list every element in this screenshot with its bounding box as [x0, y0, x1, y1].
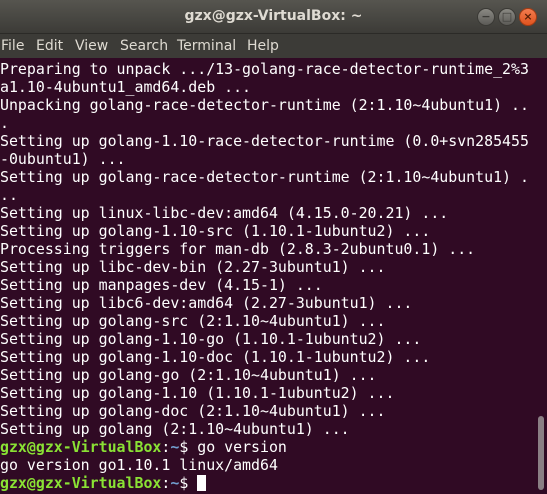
maximize-icon[interactable]: □	[498, 8, 516, 26]
terminal-line: Preparing to unpack .../13-golang-race-d…	[0, 60, 529, 78]
prompt-separator: :	[161, 474, 171, 492]
terminal-line: Unpacking golang-race-detector-runtime (…	[0, 96, 529, 114]
terminal-line: Setting up golang (2:1.10~4ubuntu1) ...	[0, 420, 350, 438]
menu-search[interactable]: Search	[120, 38, 168, 54]
terminal-line: Setting up linux-libc-dev:amd64 (4.15.0-…	[0, 204, 449, 222]
menu-bar: File Edit View Search Terminal Help	[0, 34, 547, 58]
terminal-line: ..	[0, 186, 18, 204]
terminal-line: Setting up golang-race-detector-runtime …	[0, 168, 529, 186]
terminal-line: Setting up manpages-dev (4.15-1) ...	[0, 276, 323, 294]
terminal-window: gzx@gzx-VirtualBox: ~ − □ × File Edit Vi…	[0, 0, 547, 494]
prompt-path: ~	[170, 438, 180, 456]
terminal-line: a1.10-4ubuntu1_amd64.deb ...	[0, 78, 252, 96]
command-output: go version go1.10.1 linux/amd64	[0, 456, 278, 474]
menu-edit[interactable]: Edit	[36, 38, 63, 54]
terminal-line: Setting up golang-go (2:1.10~4ubuntu1) .…	[0, 366, 377, 384]
close-icon[interactable]: ×	[519, 8, 537, 26]
terminal-output[interactable]: Preparing to unpack .../13-golang-race-d…	[0, 58, 535, 494]
menu-help[interactable]: Help	[247, 38, 279, 54]
text-cursor	[197, 475, 207, 491]
prompt-line: gzx@gzx-VirtualBox:~$ go version	[0, 438, 287, 456]
window-title: gzx@gzx-VirtualBox: ~	[184, 8, 363, 24]
terminal-line: Setting up golang-1.10 (1.10.1-1ubuntu2)…	[0, 384, 395, 402]
terminal-line: Setting up golang-1.10-src (1.10.1-1ubun…	[0, 222, 431, 240]
menu-file[interactable]: File	[1, 38, 24, 54]
scrollbar-thumb[interactable]	[538, 416, 544, 490]
prompt-separator: :	[161, 438, 171, 456]
menu-terminal[interactable]: Terminal	[177, 38, 236, 54]
prompt-path: ~	[170, 474, 180, 492]
terminal-line: Setting up golang-src (2:1.10~4ubuntu1) …	[0, 312, 386, 330]
command-text: go version	[197, 438, 287, 456]
terminal-line: Setting up golang-doc (2:1.10~4ubuntu1) …	[0, 402, 386, 420]
terminal-line: Setting up libc-dev-bin (2.27-3ubuntu1) …	[0, 258, 386, 276]
prompt-symbol: $	[179, 474, 198, 492]
terminal-line: Setting up golang-1.10-doc (1.10.1-1ubun…	[0, 348, 431, 366]
terminal-line: -0ubuntu1) ...	[0, 150, 126, 168]
terminal-line: Processing triggers for man-db (2.8.3-2u…	[0, 240, 476, 258]
minimize-icon[interactable]: −	[477, 8, 495, 26]
terminal-line: Setting up libc6-dev:amd64 (2.27-3ubuntu…	[0, 294, 413, 312]
prompt-line: gzx@gzx-VirtualBox:~$	[0, 474, 207, 492]
menu-view[interactable]: View	[75, 38, 108, 54]
title-bar[interactable]: gzx@gzx-VirtualBox: ~ − □ ×	[0, 0, 547, 34]
terminal-line: .	[0, 114, 9, 132]
prompt-user-host: gzx@gzx-VirtualBox	[0, 474, 162, 492]
prompt-symbol: $	[179, 438, 198, 456]
terminal-line: Setting up golang-1.10-go (1.10.1-1ubunt…	[0, 330, 422, 348]
prompt-user-host: gzx@gzx-VirtualBox	[0, 438, 162, 456]
terminal-line: Setting up golang-1.10-race-detector-run…	[0, 132, 529, 150]
scrollbar[interactable]	[535, 58, 547, 494]
